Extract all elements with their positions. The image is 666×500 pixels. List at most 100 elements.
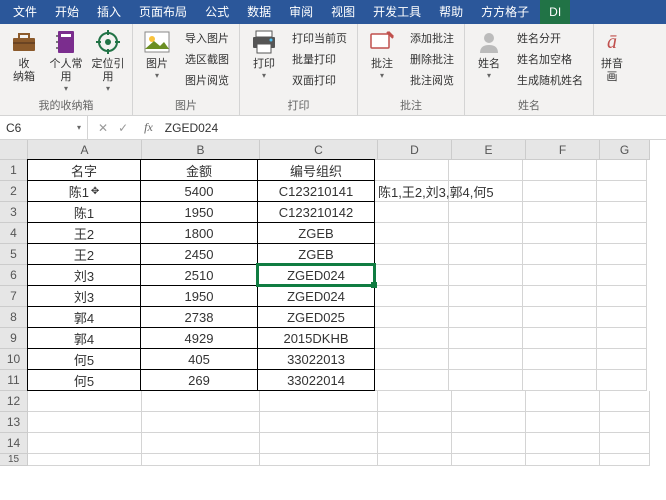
cell[interactable] [597, 265, 647, 286]
cell[interactable] [375, 307, 449, 328]
cell[interactable] [600, 391, 650, 412]
cell[interactable] [597, 349, 647, 370]
cell[interactable] [523, 370, 597, 391]
row-header[interactable]: 1 [0, 160, 28, 181]
pinyin-button[interactable]: ā 拼音 画 [598, 26, 626, 86]
cell[interactable] [523, 181, 597, 202]
menu-ffz[interactable]: 方方格子 [472, 0, 538, 24]
fill-handle[interactable] [371, 282, 377, 288]
cell[interactable] [142, 391, 260, 412]
cell[interactable] [375, 349, 449, 370]
cell[interactable]: 2450 [140, 243, 258, 265]
select-all-corner[interactable] [0, 140, 28, 160]
batch-print-button[interactable]: 批量打印 [288, 49, 351, 69]
row-header[interactable]: 12 [0, 391, 28, 412]
cell[interactable] [523, 328, 597, 349]
cell[interactable] [449, 328, 523, 349]
cell[interactable] [378, 391, 452, 412]
cell[interactable] [260, 454, 378, 466]
cell[interactable] [523, 160, 597, 181]
cell[interactable]: 编号组织 [257, 159, 375, 181]
cell[interactable] [142, 454, 260, 466]
cell[interactable] [523, 307, 597, 328]
cell[interactable] [449, 307, 523, 328]
delete-comment-button[interactable]: 删除批注 [406, 49, 458, 69]
cell[interactable] [597, 370, 647, 391]
random-name-button[interactable]: 生成随机姓名 [513, 70, 587, 90]
cell[interactable]: 2510 [140, 264, 258, 286]
cancel-icon[interactable]: ✕ [98, 121, 108, 135]
cell[interactable] [449, 286, 523, 307]
name-button[interactable]: 姓名▾ [469, 26, 509, 82]
cell[interactable] [523, 286, 597, 307]
row-header[interactable]: 4 [0, 223, 28, 244]
cell[interactable] [375, 244, 449, 265]
row-header[interactable]: 13 [0, 412, 28, 433]
cell[interactable] [375, 370, 449, 391]
duplex-print-button[interactable]: 双面打印 [288, 70, 351, 90]
cell[interactable] [597, 286, 647, 307]
cell[interactable]: 陈1✥ [27, 180, 141, 202]
cell[interactable] [449, 349, 523, 370]
cell[interactable] [28, 433, 142, 454]
menu-formula[interactable]: 公式 [196, 0, 238, 24]
cell[interactable]: ZGEB [257, 222, 375, 244]
cell[interactable]: 269 [140, 369, 258, 391]
cell[interactable] [597, 328, 647, 349]
import-image-button[interactable]: 导入图片 [181, 28, 233, 48]
menu-view[interactable]: 视图 [322, 0, 364, 24]
cell[interactable] [526, 433, 600, 454]
cell[interactable] [597, 181, 647, 202]
row-header[interactable]: 9 [0, 328, 28, 349]
cell[interactable]: 5400 [140, 180, 258, 202]
cell[interactable] [597, 307, 647, 328]
col-header-C[interactable]: C [260, 140, 378, 160]
menu-review[interactable]: 审阅 [280, 0, 322, 24]
comment-button[interactable]: 批注▾ [362, 26, 402, 82]
fx-icon[interactable]: fx [138, 120, 159, 135]
cell[interactable] [597, 223, 647, 244]
cell[interactable] [260, 433, 378, 454]
cell[interactable]: 1950 [140, 201, 258, 223]
col-header-G[interactable]: G [600, 140, 650, 160]
cell[interactable] [378, 412, 452, 433]
print-button[interactable]: 打印▾ [244, 26, 284, 82]
cell[interactable] [378, 433, 452, 454]
row-header[interactable]: 8 [0, 307, 28, 328]
cell[interactable]: 王2 [27, 243, 141, 265]
cell[interactable] [378, 454, 452, 466]
cell[interactable] [597, 202, 647, 223]
row-header[interactable]: 2 [0, 181, 28, 202]
cell[interactable] [526, 454, 600, 466]
personal-button[interactable]: 个人常 用▾ [46, 26, 86, 95]
cell[interactable] [600, 433, 650, 454]
menu-diy[interactable]: DI [540, 0, 570, 24]
cell[interactable]: 2738 [140, 306, 258, 328]
cell[interactable]: ZGEB [257, 243, 375, 265]
col-header-D[interactable]: D [378, 140, 452, 160]
add-comment-button[interactable]: 添加批注 [406, 28, 458, 48]
cell[interactable] [142, 433, 260, 454]
cell[interactable] [142, 412, 260, 433]
cell[interactable] [449, 223, 523, 244]
cell[interactable]: 郭4 [27, 327, 141, 349]
row-header[interactable]: 7 [0, 286, 28, 307]
screenshot-button[interactable]: 选区截图 [181, 49, 233, 69]
view-comment-button[interactable]: 批注阅览 [406, 70, 458, 90]
cell[interactable] [600, 412, 650, 433]
cell[interactable]: 刘3 [27, 264, 141, 286]
row-header[interactable]: 6 [0, 265, 28, 286]
cell[interactable] [375, 328, 449, 349]
menu-help[interactable]: 帮助 [430, 0, 472, 24]
row-header[interactable]: 10 [0, 349, 28, 370]
cell[interactable]: 1950 [140, 285, 258, 307]
cell[interactable] [452, 391, 526, 412]
confirm-icon[interactable]: ✓ [118, 121, 128, 135]
name-box[interactable]: C6▾ [0, 116, 88, 140]
cell[interactable] [375, 202, 449, 223]
cell[interactable] [28, 391, 142, 412]
cell[interactable]: 何5 [27, 348, 141, 370]
image-view-button[interactable]: 图片阅览 [181, 70, 233, 90]
cell[interactable] [597, 244, 647, 265]
col-header-A[interactable]: A [28, 140, 142, 160]
